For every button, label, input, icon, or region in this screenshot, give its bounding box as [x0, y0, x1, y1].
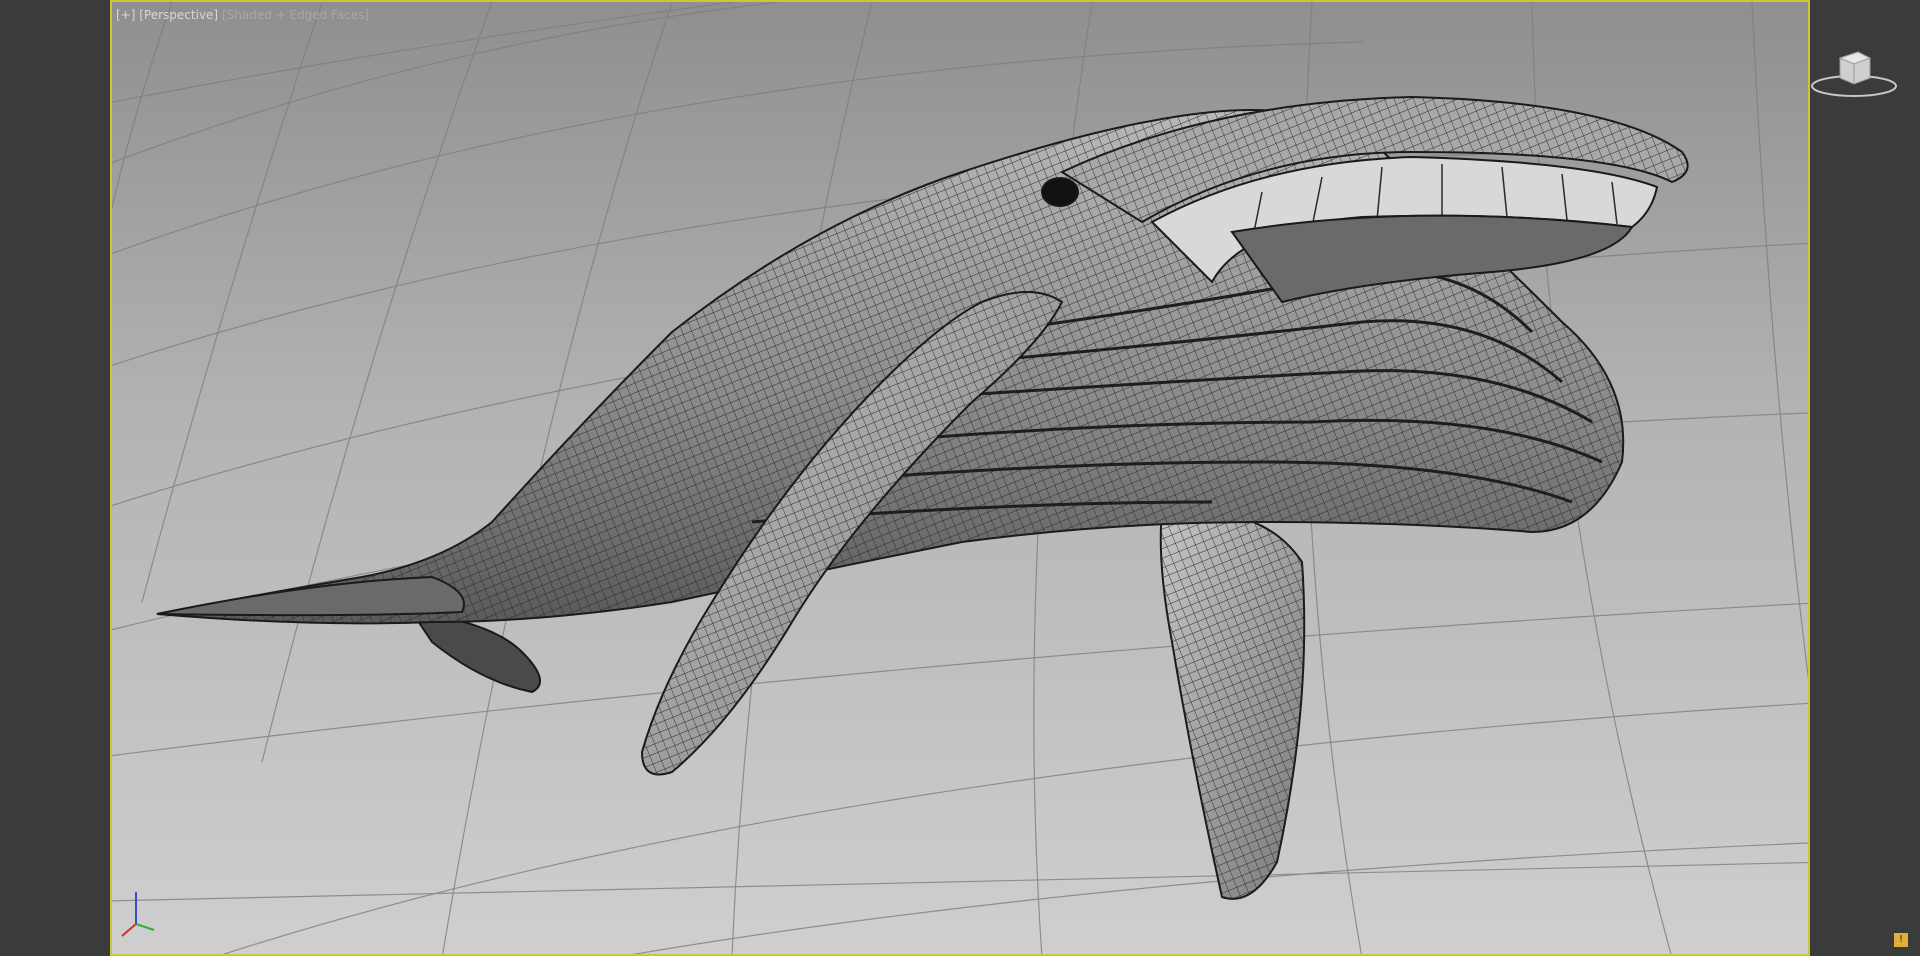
viewport-scene[interactable]	[112, 2, 1810, 956]
status-warning-icon[interactable]: !	[1894, 933, 1908, 947]
viewcube-icon[interactable]	[1808, 38, 1900, 100]
viewport-shading-label[interactable]: [Shaded + Edged Faces]	[222, 7, 369, 23]
right-side-panel	[1810, 0, 1920, 956]
viewport-menu-button[interactable]: [+]	[116, 7, 135, 23]
axis-tripod-icon	[121, 892, 155, 937]
left-side-panel	[0, 0, 110, 956]
perspective-viewport[interactable]: [+] [Perspective] [Shaded + Edged Faces]	[110, 0, 1810, 956]
axis-x-line	[121, 923, 137, 937]
tail-fluke-lower	[409, 610, 541, 694]
viewport-view-label[interactable]: [Perspective]	[139, 7, 218, 23]
tail-fluke-upper	[156, 575, 465, 617]
whale-eye	[1041, 177, 1079, 207]
axis-y-line	[135, 923, 155, 931]
viewport-labels: [+] [Perspective] [Shaded + Edged Faces]	[116, 7, 369, 23]
whale-model[interactable]	[156, 95, 1689, 900]
